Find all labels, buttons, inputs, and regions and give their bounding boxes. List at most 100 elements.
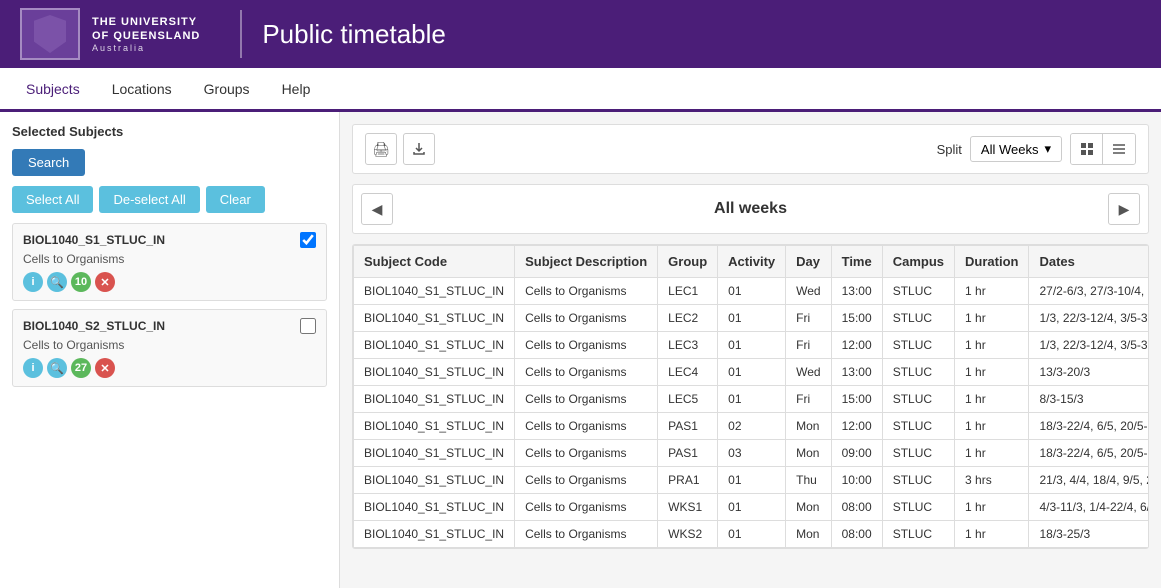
subject-icons-1: i 🔍 10 ✕ — [23, 272, 316, 292]
search-button[interactable]: Search — [12, 149, 85, 176]
col-subject-code: Subject Code — [354, 246, 515, 278]
cell-5-3: 02 — [718, 413, 786, 440]
cell-3-1: Cells to Organisms — [515, 359, 658, 386]
nav-item-locations[interactable]: Locations — [96, 69, 188, 112]
cell-2-6: STLUC — [882, 332, 954, 359]
view-toggle — [1070, 133, 1136, 165]
logo-subtitle: Australia — [92, 43, 200, 53]
cell-8-7: 1 hr — [955, 494, 1029, 521]
cell-6-4: Mon — [786, 440, 831, 467]
grid-view-button[interactable] — [1071, 134, 1103, 164]
sidebar-buttons: Search — [12, 149, 327, 176]
cell-6-1: Cells to Organisms — [515, 440, 658, 467]
cell-7-1: Cells to Organisms — [515, 467, 658, 494]
cell-8-0: BIOL1040_S1_STLUC_IN — [354, 494, 515, 521]
info-icon-1[interactable]: i — [23, 272, 43, 292]
cell-1-3: 01 — [718, 305, 786, 332]
timetable-toolbar: 🖨 Split All Weeks ▾ — [352, 124, 1149, 174]
cell-4-3: 01 — [718, 386, 786, 413]
clear-button[interactable]: Clear — [206, 186, 265, 213]
count-badge-2: 27 — [71, 358, 91, 378]
main-layout: Selected Subjects Search Select All De-s… — [0, 112, 1161, 588]
week-prev-button[interactable]: ◀ — [361, 193, 393, 225]
search-icon-1[interactable]: 🔍 — [47, 272, 67, 292]
week-next-button[interactable]: ▶ — [1108, 193, 1140, 225]
cell-6-7: 1 hr — [955, 440, 1029, 467]
split-label: Split — [937, 142, 962, 157]
cell-2-0: BIOL1040_S1_STLUC_IN — [354, 332, 515, 359]
cell-2-2: LEC3 — [658, 332, 718, 359]
col-time: Time — [831, 246, 882, 278]
cell-8-5: 08:00 — [831, 494, 882, 521]
cell-6-2: PAS1 — [658, 440, 718, 467]
list-view-button[interactable] — [1103, 134, 1135, 164]
cell-4-6: STLUC — [882, 386, 954, 413]
select-all-button[interactable]: Select All — [12, 186, 93, 213]
table-row: BIOL1040_S1_STLUC_INCells to OrganismsLE… — [354, 359, 1150, 386]
remove-icon-1[interactable]: ✕ — [95, 272, 115, 292]
cell-9-7: 1 hr — [955, 521, 1029, 548]
timetable-header: Subject Code Subject Description Group A… — [354, 246, 1150, 278]
subject-desc-1: Cells to Organisms — [23, 252, 316, 266]
cell-5-5: 12:00 — [831, 413, 882, 440]
search-icon-2[interactable]: 🔍 — [47, 358, 67, 378]
cell-5-6: STLUC — [882, 413, 954, 440]
cell-7-2: PRA1 — [658, 467, 718, 494]
cell-3-8: 13/3-20/3 — [1029, 359, 1149, 386]
cell-9-1: Cells to Organisms — [515, 521, 658, 548]
col-description: Subject Description — [515, 246, 658, 278]
navbar: Subjects Locations Groups Help — [0, 68, 1161, 112]
deselect-all-button[interactable]: De-select All — [99, 186, 199, 213]
remove-icon-2[interactable]: ✕ — [95, 358, 115, 378]
export-button[interactable] — [403, 133, 435, 165]
cell-3-2: LEC4 — [658, 359, 718, 386]
weeks-dropdown[interactable]: All Weeks ▾ — [970, 136, 1062, 162]
cell-0-0: BIOL1040_S1_STLUC_IN — [354, 278, 515, 305]
subject-code-1: BIOL1040_S1_STLUC_IN — [23, 233, 165, 247]
cell-7-3: 01 — [718, 467, 786, 494]
cell-8-4: Mon — [786, 494, 831, 521]
cell-7-0: BIOL1040_S1_STLUC_IN — [354, 467, 515, 494]
table-row: BIOL1040_S1_STLUC_INCells to OrganismsPA… — [354, 413, 1150, 440]
cell-7-7: 3 hrs — [955, 467, 1029, 494]
cell-0-7: 1 hr — [955, 278, 1029, 305]
weeks-dropdown-label: All Weeks — [981, 142, 1039, 157]
cell-5-0: BIOL1040_S1_STLUC_IN — [354, 413, 515, 440]
cell-0-6: STLUC — [882, 278, 954, 305]
cell-3-0: BIOL1040_S1_STLUC_IN — [354, 359, 515, 386]
cell-5-4: Mon — [786, 413, 831, 440]
cell-1-4: Fri — [786, 305, 831, 332]
cell-3-4: Wed — [786, 359, 831, 386]
cell-1-2: LEC2 — [658, 305, 718, 332]
table-row: BIOL1040_S1_STLUC_INCells to OrganismsLE… — [354, 305, 1150, 332]
print-button[interactable]: 🖨 — [365, 133, 397, 165]
col-group: Group — [658, 246, 718, 278]
cell-7-5: 10:00 — [831, 467, 882, 494]
cell-3-5: 13:00 — [831, 359, 882, 386]
info-icon-2[interactable]: i — [23, 358, 43, 378]
cell-2-3: 01 — [718, 332, 786, 359]
subject-checkbox-1[interactable] — [300, 232, 316, 248]
subject-checkbox-2[interactable] — [300, 318, 316, 334]
subject-icons-2: i 🔍 27 ✕ — [23, 358, 316, 378]
cell-5-2: PAS1 — [658, 413, 718, 440]
page-title: Public timetable — [262, 19, 446, 50]
cell-4-8: 8/3-15/3 — [1029, 386, 1149, 413]
table-row: BIOL1040_S1_STLUC_INCells to OrganismsLE… — [354, 332, 1150, 359]
timetable-container: Subject Code Subject Description Group A… — [352, 244, 1149, 549]
header-divider — [240, 10, 242, 58]
cell-4-2: LEC5 — [658, 386, 718, 413]
nav-item-subjects[interactable]: Subjects — [10, 69, 96, 112]
sidebar-action-buttons: Select All De-select All Clear — [12, 186, 327, 213]
table-row: BIOL1040_S1_STLUC_INCells to OrganismsLE… — [354, 278, 1150, 305]
cell-9-6: STLUC — [882, 521, 954, 548]
nav-item-groups[interactable]: Groups — [188, 69, 266, 112]
col-activity: Activity — [718, 246, 786, 278]
cell-3-6: STLUC — [882, 359, 954, 386]
table-row: BIOL1040_S1_STLUC_INCells to OrganismsLE… — [354, 386, 1150, 413]
cell-9-3: 01 — [718, 521, 786, 548]
nav-item-help[interactable]: Help — [266, 69, 327, 112]
cell-1-7: 1 hr — [955, 305, 1029, 332]
cell-8-3: 01 — [718, 494, 786, 521]
logo-title-line1: The University — [92, 15, 200, 29]
